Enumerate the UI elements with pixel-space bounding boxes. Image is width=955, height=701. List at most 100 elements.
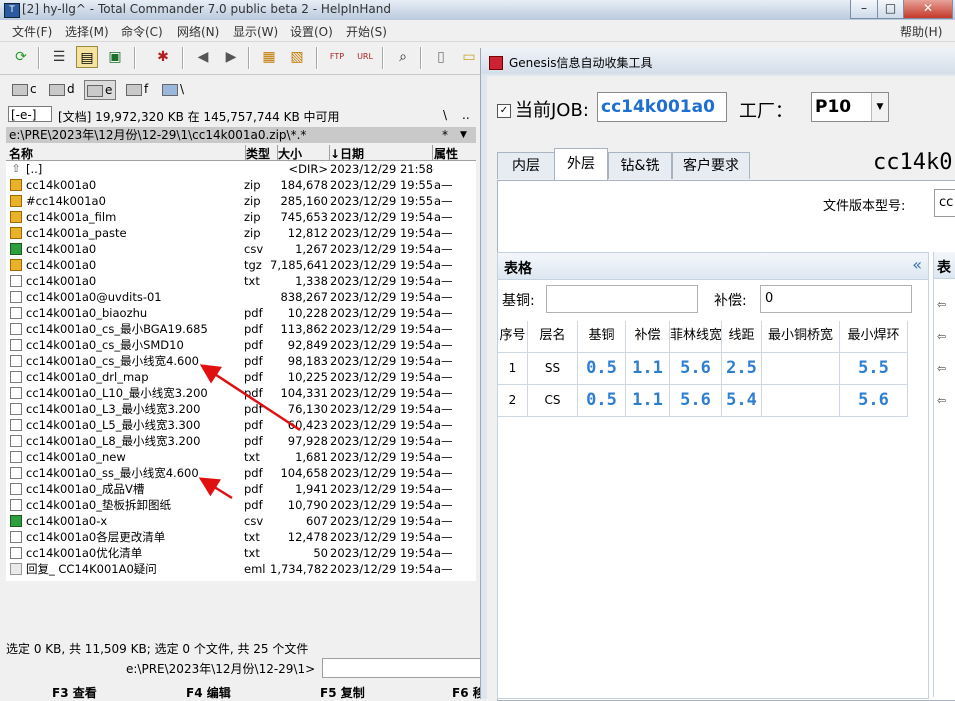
drive-d-button[interactable]: d	[47, 80, 78, 98]
menu-select[interactable]: 选择(M)	[65, 23, 109, 40]
file-row[interactable]: cc14k001a0 csv 1,267 2023/12/29 19:54- a—	[6, 241, 476, 257]
detail-view-icon[interactable]: ▤	[76, 46, 98, 68]
file-row[interactable]: cc14k001a0各层更改清单 txt 12,478 2023/12/29 19:5…	[6, 529, 476, 545]
file-row[interactable]: cc14k001a_paste zip 12,812 2023/12/29 19:54…	[6, 225, 476, 241]
back-arrow-icon[interactable]: ◀	[192, 46, 214, 68]
f4-edit-button[interactable]: F4 编辑	[186, 684, 231, 701]
file-row[interactable]: cc14k001a0_cs_最小BGA19.685 pdf 113,862 2023/…	[6, 321, 476, 337]
table-cell[interactable]: 0.5	[578, 353, 626, 385]
table-cell[interactable]: 5.5	[840, 353, 908, 385]
table-cell[interactable]: 1.1	[626, 353, 670, 385]
refresh-icon[interactable]: ⟳	[10, 46, 32, 68]
table-cell[interactable]: 5.6	[840, 385, 908, 417]
file-row[interactable]: cc14k001a0_L3_最小线宽3.200 pdf 76,130 2023/12/…	[6, 401, 476, 417]
menu-start[interactable]: 开始(S)	[346, 23, 387, 40]
file-row[interactable]: cc14k001a0_L10_最小线宽3.200 pdf 104,331 2023/1…	[6, 385, 476, 401]
collapse-icon[interactable]: «	[912, 255, 922, 274]
factory-select[interactable]: P10 ▼	[811, 92, 889, 122]
pack-icon[interactable]: ▦	[258, 46, 280, 68]
file-row[interactable]: ⇧ [..] <DIR> 2023/12/29 21:58—	[6, 161, 476, 177]
table-cell[interactable]: 0.5	[578, 385, 626, 417]
forward-arrow-icon[interactable]: ▶	[220, 46, 242, 68]
table-cell[interactable]: 5.4	[722, 385, 762, 417]
drive-e-button[interactable]: e	[84, 80, 117, 100]
file-row[interactable]: cc14k001a0_L5_最小线宽3.300 pdf 60,423 2023/12/…	[6, 417, 476, 433]
table-cell[interactable]: 2.5	[722, 353, 762, 385]
menu-settings[interactable]: 设置(O)	[290, 23, 333, 40]
current-path-bar[interactable]: e:\PRE\2023年\12月份\12-29\1\cc14k001a0.zip…	[6, 127, 476, 143]
table-cell[interactable]: CS	[528, 385, 578, 417]
file-row[interactable]: cc14k001a0_成品V槽 pdf 1,941 2023/12/29 19:54-…	[6, 481, 476, 497]
table-cell[interactable]: 2	[498, 385, 528, 417]
brief-view-icon[interactable]: ☰	[48, 46, 70, 68]
file-row[interactable]: cc14k001a_film zip 745,653 2023/12/29 19:54…	[6, 209, 476, 225]
tab-customer-requirements[interactable]: 客户要求	[672, 152, 750, 179]
arrow-icon[interactable]: ⇦	[937, 330, 946, 343]
version-input[interactable]: cc	[934, 189, 955, 217]
file-row[interactable]: #cc14k001a0 zip 285,160 2023/12/29 19:55- a—	[6, 193, 476, 209]
table-cell[interactable]: 1.1	[626, 385, 670, 417]
table-cell[interactable]: 5.6	[670, 353, 722, 385]
tab-inner-layer[interactable]: 内层	[497, 152, 555, 179]
arrow-icon[interactable]: ⇦	[937, 362, 946, 375]
file-row[interactable]: cc14k001a0 zip 184,678 2023/12/29 19:55- a—	[6, 177, 476, 193]
root-button[interactable]: \	[443, 108, 447, 122]
file-row[interactable]: cc14k001a0_biaozhu pdf 10,228 2023/12/29 19…	[6, 305, 476, 321]
file-row[interactable]: cc14k001a0_drl_map pdf 10,225 2023/12/29 19…	[6, 369, 476, 385]
menu-help[interactable]: 帮助(H)	[900, 23, 942, 40]
tab-outer-layer[interactable]: 外层	[554, 148, 608, 180]
file-row[interactable]: cc14k001a0 tgz 7,185,641 2023/12/29 19:54- a…	[6, 257, 476, 273]
file-row[interactable]: cc14k001a0_ss_最小线宽4.600 pdf 104,658 2023/12…	[6, 465, 476, 481]
folder-icon[interactable]: ▭	[458, 46, 480, 68]
compensation-input[interactable]: 0	[760, 285, 912, 313]
file-row[interactable]: cc14k001a0_cs_最小SMD10 pdf 92,849 2023/12/29…	[6, 337, 476, 353]
table-cell[interactable]	[762, 353, 840, 385]
col-date[interactable]: ↓日期	[330, 145, 433, 161]
thumbnail-view-icon[interactable]: ▣	[104, 46, 126, 68]
job-checkbox[interactable]: ✓	[497, 104, 511, 118]
file-row[interactable]: 回复_ CC14K001A0疑问 eml 1,734,782 2023/12/29 1…	[6, 561, 476, 577]
f5-copy-button[interactable]: F5 复制	[320, 684, 365, 701]
file-row[interactable]: cc14k001a0_垫板拆卸图纸 pdf 10,790 2023/12/29 19:…	[6, 497, 476, 513]
chevron-down-icon[interactable]: ▼	[460, 127, 467, 143]
chevron-down-icon[interactable]: ▼	[871, 93, 888, 121]
ftp-icon[interactable]: FTP	[326, 46, 348, 68]
invert-selection-icon[interactable]: ✱	[152, 46, 174, 68]
parent-button[interactable]: ..	[462, 108, 470, 122]
drive-c-button[interactable]: c	[10, 80, 40, 98]
menu-file[interactable]: 文件(F)	[12, 23, 52, 40]
job-input[interactable]: cc14k001a0	[597, 92, 727, 122]
col-attr[interactable]: 属性	[434, 145, 474, 161]
f3-view-button[interactable]: F3 查看	[52, 684, 97, 701]
base-copper-input[interactable]	[546, 285, 698, 313]
table-cell[interactable]: 5.6	[670, 385, 722, 417]
arrow-icon[interactable]: ⇦	[937, 298, 946, 311]
file-row[interactable]: cc14k001a0优化清单 txt 50 2023/12/29 19:54- a—	[6, 545, 476, 561]
col-name[interactable]: 名称	[9, 145, 246, 161]
col-type[interactable]: 类型	[246, 145, 278, 161]
file-row[interactable]: cc14k001a0_L8_最小线宽3.200 pdf 97,928 2023/12/…	[6, 433, 476, 449]
notepad-icon[interactable]: ▯	[430, 46, 452, 68]
col-size[interactable]: 大小	[278, 145, 330, 161]
drive-f-button[interactable]: f	[124, 80, 151, 98]
table-cell[interactable]	[762, 385, 840, 417]
close-button[interactable]: ✕	[903, 0, 953, 19]
drive-select[interactable]: [-e-]	[8, 106, 52, 122]
file-row[interactable]: cc14k001a0 txt 1,338 2023/12/29 19:54- a—	[6, 273, 476, 289]
table-cell[interactable]: SS	[528, 353, 578, 385]
file-row[interactable]: cc14k001a0_new txt 1,681 2023/12/29 19:54- a…	[6, 449, 476, 465]
table-cell[interactable]: 1	[498, 353, 528, 385]
arrow-icon[interactable]: ⇦	[937, 394, 946, 407]
tab-drill-mill[interactable]: 钻&铣	[608, 152, 672, 179]
file-row[interactable]: cc14k001a0-x csv 607 2023/12/29 19:54- a—	[6, 513, 476, 529]
menu-view[interactable]: 显示(W)	[233, 23, 278, 40]
network-drive-button[interactable]: \	[160, 80, 187, 98]
search-icon[interactable]: ⌕	[392, 46, 414, 68]
command-input[interactable]	[322, 658, 482, 678]
url-icon[interactable]: URL	[354, 46, 376, 68]
unpack-icon[interactable]: ▧	[286, 46, 308, 68]
maximize-button[interactable]: □	[877, 0, 904, 19]
file-row[interactable]: cc14k001a0_cs_最小线宽4.600 pdf 98,183 2023/12/…	[6, 353, 476, 369]
menu-command[interactable]: 命令(C)	[121, 23, 163, 40]
menu-network[interactable]: 网络(N)	[177, 23, 219, 40]
